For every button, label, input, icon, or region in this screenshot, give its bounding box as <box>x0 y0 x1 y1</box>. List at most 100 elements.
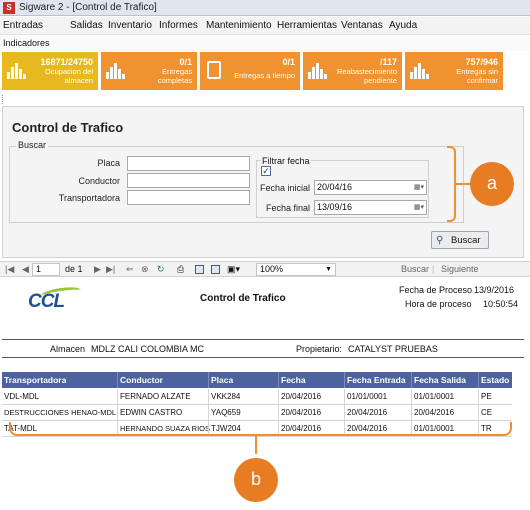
calendar-dropdown-icon[interactable]: ▦▾ <box>409 203 424 212</box>
kpi-value: 757/946 <box>465 57 498 67</box>
fecha-proceso-label: Fecha de Proceso <box>399 285 473 295</box>
menu-herramientas[interactable]: Herramientas <box>277 20 337 31</box>
refresh-icon[interactable]: ↻ <box>157 264 165 275</box>
kpi-tile-reabastecimiento[interactable]: /117 Reabastecimiento pendiente <box>303 52 402 90</box>
bar-chart-icon <box>410 63 430 79</box>
col-transportadora: Transportadora <box>4 375 67 385</box>
kpi-label: Entregas completas <box>157 67 192 85</box>
cell-transportadora: VDL-MDL <box>4 392 40 401</box>
next-page-icon[interactable]: ▶ <box>94 264 101 275</box>
bar-chart-icon <box>7 63 27 79</box>
kpi-label: Ocupacion del almacen <box>45 67 93 85</box>
table-row: DESTRUCCIONES HENAO-MDL EDWIN CASTRO YAQ… <box>2 405 512 421</box>
col-fecha-salida: Fecha Salida <box>414 375 466 385</box>
cell-estado: PE <box>481 392 492 401</box>
search-button-label: Buscar <box>451 235 481 246</box>
transportadora-label: Transportadora <box>58 193 120 203</box>
report-title: Control de Trafico <box>200 293 286 304</box>
cell-fecha-salida: 01/01/0001 <box>414 392 455 401</box>
transportadora-input[interactable] <box>127 190 250 205</box>
placa-input[interactable] <box>127 156 250 171</box>
search-button[interactable]: ⚲ Buscar <box>431 231 489 249</box>
almacen-label: Almacen <box>50 344 86 354</box>
page-number-input[interactable]: 1 <box>32 263 60 276</box>
menu-salidas[interactable]: Salidas <box>70 20 103 31</box>
col-placa: Placa <box>211 375 234 385</box>
export-icon[interactable]: ▣▾ <box>227 264 240 275</box>
filter-date-checkbox[interactable]: ✓ <box>261 166 271 176</box>
report-toolbar: |◀ ◀ 1 de 1 ▶ ▶| ⇐ ⊗ ↻ ⎙ ▣▾ 100% ▼ Busca… <box>0 261 530 277</box>
menu-bar: Entradas Salidas Inventario Informes Man… <box>0 17 530 35</box>
fecha-inicial-value: 20/04/16 <box>317 182 353 192</box>
propietario-value: CATALYST PRUEBAS <box>348 344 438 354</box>
divider <box>2 357 524 358</box>
menu-ventanas[interactable]: Ventanas <box>341 20 383 31</box>
cell-transportadora: DESTRUCCIONES HENAO-MDL <box>4 408 117 417</box>
menu-entradas[interactable]: Entradas <box>3 20 43 31</box>
cell-fecha-salida: 20/04/2016 <box>414 408 455 417</box>
table-header: Transportadora Conductor Placa Fecha Fec… <box>2 372 512 388</box>
ccl-logo: CCL <box>28 285 82 314</box>
last-page-icon[interactable]: ▶| <box>106 264 115 275</box>
cell-fecha-entrada: 20/04/2016 <box>347 408 388 417</box>
menu-inventario[interactable]: Inventario <box>108 20 152 31</box>
prev-page-icon[interactable]: ◀ <box>22 264 29 275</box>
col-conductor: Conductor <box>120 375 163 385</box>
kpi-label: Entregas a tiempo <box>234 71 295 80</box>
toolbar-grip <box>2 95 5 104</box>
logo-text: CCL <box>28 291 65 312</box>
page-setup-icon[interactable] <box>211 265 220 274</box>
find-button[interactable]: Buscar <box>401 264 429 274</box>
fecha-final-picker[interactable]: 13/09/16 ▦▾ <box>314 200 427 215</box>
conductor-input[interactable] <box>127 173 250 188</box>
almacen-value: MDLZ CALI COLOMBIA MC <box>91 344 205 354</box>
divider <box>2 339 524 340</box>
hora-proceso-value: 10:50:54 <box>483 299 519 309</box>
cell-placa: YAQ659 <box>211 408 241 417</box>
kpi-label: Reabastecimiento pendiente <box>336 67 397 85</box>
conductor-label: Conductor <box>78 176 120 186</box>
kpi-label: Entregas sin confirmar <box>456 67 498 85</box>
back-icon[interactable]: ⇐ <box>126 264 134 275</box>
first-page-icon[interactable]: |◀ <box>5 264 14 275</box>
cell-conductor: FERNADO ALZATE <box>120 392 191 401</box>
chevron-down-icon: ▼ <box>325 266 332 273</box>
app-icon: S <box>3 2 15 14</box>
menu-informes[interactable]: Informes <box>159 20 198 31</box>
col-estado: Estado <box>481 375 510 385</box>
kpi-tile-ocupacion[interactable]: 16871/24750 Ocupacion del almacen <box>2 52 98 90</box>
toolbar-separator: | <box>432 264 435 274</box>
propietario-label: Propietario: <box>296 344 343 354</box>
menu-mantenimiento[interactable]: Mantenimiento <box>206 20 272 31</box>
fecha-inicial-picker[interactable]: 20/04/16 ▦▾ <box>314 180 427 195</box>
page-count: de 1 <box>65 264 83 274</box>
find-next-button[interactable]: Siguiente <box>441 264 479 274</box>
cell-fecha: 20/04/2016 <box>281 392 322 401</box>
table-row: VDL-MDL FERNADO ALZATE VKK284 20/04/2016… <box>2 389 512 405</box>
calendar-dropdown-icon[interactable]: ▦▾ <box>409 183 424 192</box>
menu-ayuda[interactable]: Ayuda <box>389 20 417 31</box>
magnifier-icon: ⚲ <box>436 235 444 246</box>
kpi-tile-entregas-sin-confirmar[interactable]: 757/946 Entregas sin confirmar <box>405 52 503 90</box>
callout-badge-b: b <box>234 458 278 502</box>
cell-conductor: EDWIN CASTRO <box>120 408 183 417</box>
fecha-inicial-label: Fecha inicial <box>259 183 310 193</box>
fecha-final-value: 13/09/16 <box>317 202 353 212</box>
stop-icon[interactable]: ⊗ <box>141 264 149 275</box>
col-fecha-entrada: Fecha Entrada <box>347 375 406 385</box>
callout-bracket-b <box>9 422 512 436</box>
kpi-value: 0/1 <box>282 57 295 67</box>
zoom-value: 100% <box>260 264 284 274</box>
kpi-tile-entregas-completas[interactable]: 0/1 Entregas completas <box>101 52 197 90</box>
print-layout-icon[interactable] <box>195 265 204 274</box>
print-icon[interactable]: ⎙ <box>177 264 184 275</box>
filter-date-label: Filtrar fecha <box>261 156 311 166</box>
cell-placa: VKK284 <box>211 392 241 401</box>
window-title: Sigware 2 - [Control de Trafico] <box>19 2 157 13</box>
zoom-select[interactable]: 100% ▼ <box>256 263 336 276</box>
kpi-tile-entregas-a-tiempo[interactable]: 0/1 Entregas a tiempo <box>200 52 300 90</box>
indicators-label[interactable]: Indicadores <box>3 38 50 48</box>
cell-fecha: 20/04/2016 <box>281 408 322 417</box>
title-bar: S Sigware 2 - [Control de Trafico] <box>0 0 530 16</box>
kpi-value: /117 <box>379 57 397 67</box>
